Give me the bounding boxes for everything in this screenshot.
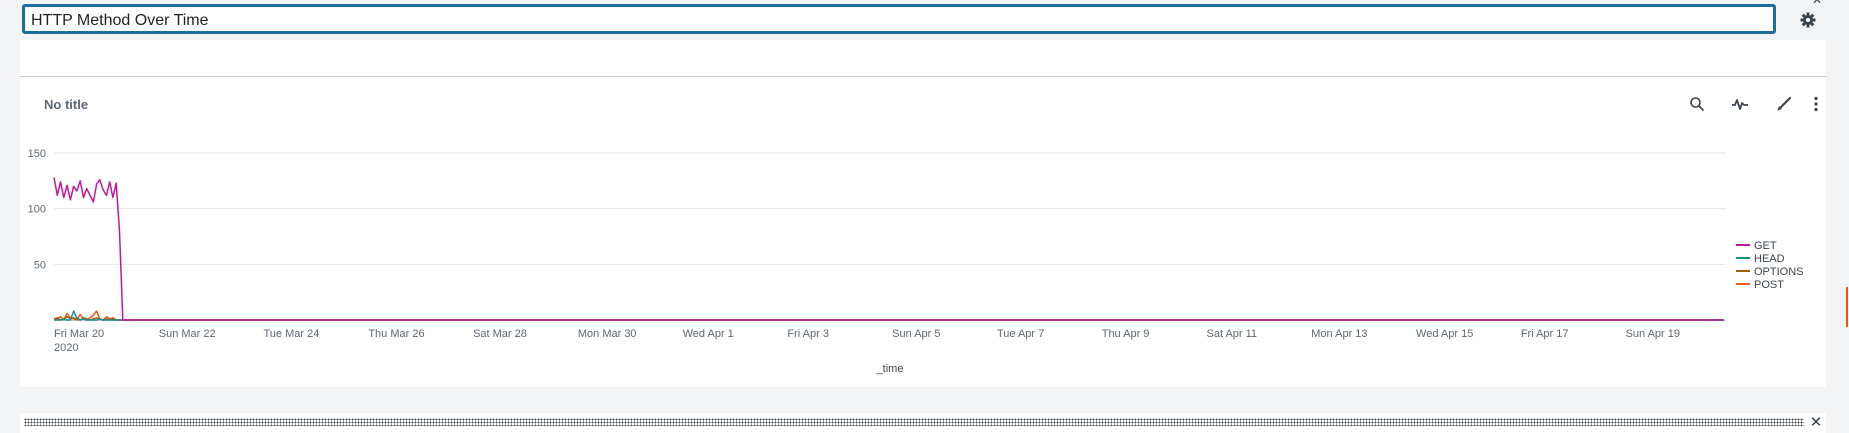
- x-tick-label: Mon Mar 30: [578, 328, 637, 340]
- x-tick-label: Wed Apr 15: [1416, 328, 1473, 340]
- legend-item-head[interactable]: HEAD: [1736, 253, 1785, 265]
- legend-label: GET: [1754, 240, 1777, 252]
- series-line-head: [54, 310, 1724, 321]
- legend-label: OPTIONS: [1754, 266, 1804, 278]
- x-tick-label: Mon Apr 13: [1311, 328, 1367, 340]
- legend-item-get[interactable]: GET: [1736, 240, 1777, 252]
- settings-button[interactable]: [1796, 8, 1820, 32]
- title-field-frame: [22, 4, 1776, 34]
- bottom-close-button[interactable]: ✕: [1809, 415, 1823, 431]
- x-tick-label: Sun Mar 22: [159, 328, 216, 340]
- next-panel-header: ✕: [20, 413, 1826, 433]
- gear-icon: [1800, 12, 1816, 28]
- x-tick-label: Sat Mar 28: [473, 328, 527, 340]
- x-tick-label: Wed Apr 1: [683, 328, 734, 340]
- x-tick-label: Fri Apr 17: [1521, 328, 1569, 340]
- x-axis-title: _time: [876, 363, 904, 375]
- legend-label: HEAD: [1754, 253, 1785, 265]
- line-chart: 50 100 150 Fri Mar 20 2020 Sun Mar 22 Tue Mar …: [28, 148, 1804, 375]
- x-tick-label: Fri Mar 20: [54, 328, 104, 340]
- close-icon: ✕: [1809, 414, 1823, 431]
- panel-description-row: [20, 40, 1826, 77]
- top-close-button[interactable]: ✕: [1810, 0, 1824, 6]
- x-tick-label: Tue Apr 7: [997, 328, 1044, 340]
- panel-title-input[interactable]: [31, 11, 1731, 31]
- y-tick-label: 150: [28, 148, 46, 160]
- legend-item-post[interactable]: POST: [1736, 279, 1784, 291]
- drag-handle[interactable]: [24, 418, 1804, 426]
- x-tick-label: Sun Apr 5: [892, 328, 940, 340]
- edge-indicator: [1846, 287, 1848, 327]
- x-tick-label: Tue Mar 24: [264, 328, 320, 340]
- series-line-post: [53, 310, 1724, 321]
- x-tick-label: Sun Apr 19: [1626, 328, 1680, 340]
- legend-item-options[interactable]: OPTIONS: [1736, 266, 1804, 278]
- x-tick-label: Thu Apr 9: [1102, 328, 1150, 340]
- x-tick-sublabel: 2020: [54, 342, 78, 354]
- x-tick-label: Fri Apr 3: [787, 328, 829, 340]
- x-tick-label: Sat Apr 11: [1207, 328, 1258, 340]
- legend-label: POST: [1754, 279, 1784, 291]
- x-tick-label: Thu Mar 26: [368, 328, 424, 340]
- y-tick-label: 100: [28, 204, 46, 216]
- chart-panel: No title 50 100 150 Fri Mar 20 2020 Sun Mar 2…: [20, 77, 1826, 387]
- series-line-get: [53, 177, 1724, 321]
- close-icon: ✕: [1811, 0, 1823, 7]
- y-tick-label: 50: [34, 259, 46, 271]
